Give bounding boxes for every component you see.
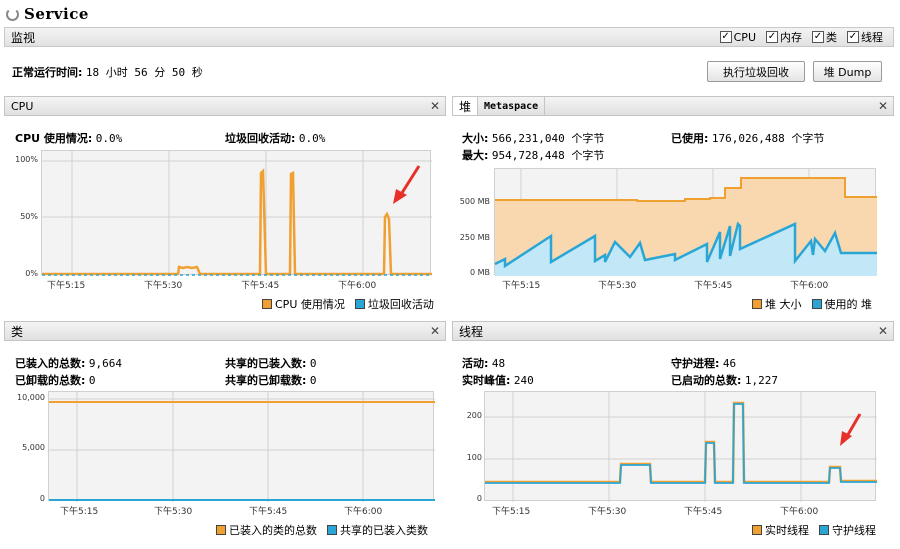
legend-swatch <box>811 299 822 309</box>
x-tick: 下午5:45 <box>249 507 288 517</box>
checkbox-classes[interactable]: ✓ 类 <box>812 29 837 45</box>
classes-panel-title: 类 <box>11 324 24 339</box>
checkbox-check-icon: ✓ <box>719 31 732 43</box>
legend-swatch <box>752 299 762 309</box>
y-tick: 10,000 <box>17 393 45 402</box>
x-tick: 下午5:15 <box>502 281 541 291</box>
x-tick: 下午5:30 <box>598 281 637 291</box>
app-title-text: Service <box>24 5 89 23</box>
legend-swatch <box>262 299 272 309</box>
window-title: Service <box>6 4 89 24</box>
x-tick: 下午5:15 <box>60 507 99 517</box>
perform-gc-button[interactable]: 执行垃圾回收 <box>707 61 805 82</box>
loading-icon <box>6 7 19 21</box>
legend-swatch <box>327 525 337 535</box>
classes-panel-header: 类 ✕ <box>4 321 446 341</box>
x-tick: 下午5:45 <box>694 281 733 291</box>
checkbox-check-icon: ✓ <box>847 31 859 43</box>
uptime-label: 正常运行时间: <box>12 66 83 79</box>
uptime: 正常运行时间: 18 小时 56 分 50 秒 <box>12 64 203 80</box>
threads-panel: 线程 ✕ 活动: 48 实时峰值: 240 守护进程: 46 已启动的总数: 1… <box>452 321 894 543</box>
x-tick: 下午6:00 <box>344 507 383 517</box>
y-tick: 500 MB <box>459 197 490 206</box>
heap-size-stat: 大小: 566,231,040 个字节 <box>462 132 605 145</box>
heap-max-stat: 最大: 954,728,448 个字节 <box>462 149 605 162</box>
tab-metaspace[interactable]: Metaspace <box>478 97 546 115</box>
x-tick: 下午6:00 <box>790 281 829 291</box>
tab-heap[interactable]: 堆 <box>453 97 479 115</box>
cpu-panel: CPU ✕ CPU 使用情况: 0.0% 垃圾回收活动: 0.0% 100% 5… <box>4 96 446 316</box>
legend-swatch <box>819 525 829 535</box>
annotation-arrow-icon <box>840 413 862 446</box>
heap-dump-button[interactable]: 堆 Dump <box>813 61 882 82</box>
legend-swatch <box>752 525 762 535</box>
heap-used-stat: 已使用: 176,026,488 个字节 <box>671 132 825 145</box>
checkbox-check-icon: ✓ <box>766 31 778 43</box>
shared-unloaded-stat: 共享的已卸载数: 0 <box>225 374 317 387</box>
legend-swatch <box>216 525 226 535</box>
y-tick: 250 MB <box>459 233 490 242</box>
classes-legend: 已装入的类的总数 共享的已装入类数 <box>216 522 428 538</box>
y-tick: 0 MB <box>469 268 490 277</box>
threads-legend: 实时线程 守护线程 <box>752 522 876 538</box>
close-icon[interactable]: ✕ <box>430 324 440 338</box>
classes-chart <box>48 391 435 502</box>
y-tick: 5,000 <box>22 443 45 452</box>
checkbox-check-icon: ✓ <box>812 31 824 43</box>
unloaded-classes-stat: 已卸载的总数: 0 <box>15 374 96 387</box>
x-tick: 下午5:30 <box>154 507 193 517</box>
loaded-classes-stat: 已装入的总数: 9,664 <box>15 357 123 370</box>
cpu-legend: CPU 使用情况 垃圾回收活动 <box>262 296 434 312</box>
checkbox-cpu[interactable]: ✓ CPU <box>719 29 756 45</box>
checkbox-memory[interactable]: ✓ 内存 <box>766 29 802 45</box>
uptime-value: 18 小时 56 分 50 秒 <box>85 66 203 79</box>
heap-legend: 堆 大小 使用的 堆 <box>752 296 872 312</box>
legend-swatch <box>354 299 365 309</box>
monitor-header: 监视 ✓ CPU ✓ 内存 ✓ 类 ✓ 线程 <box>4 27 894 47</box>
monitor-title: 监视 <box>11 30 36 45</box>
heap-chart <box>494 168 877 276</box>
close-icon[interactable]: ✕ <box>878 99 888 113</box>
heap-panel-header: 堆 Metaspace ✕ <box>452 96 894 116</box>
heap-panel: 堆 Metaspace ✕ 大小: 566,231,040 个字节 已使用: 1… <box>452 96 894 316</box>
annotation-arrow-icon <box>393 165 421 204</box>
shared-loaded-stat: 共享的已装入数: 0 <box>225 357 317 370</box>
checkbox-threads[interactable]: ✓ 线程 <box>847 29 883 45</box>
y-tick: 0 <box>39 494 45 503</box>
classes-panel: 类 ✕ 已装入的总数: 9,664 已卸载的总数: 0 共享的已装入数: 0 共… <box>4 321 446 543</box>
